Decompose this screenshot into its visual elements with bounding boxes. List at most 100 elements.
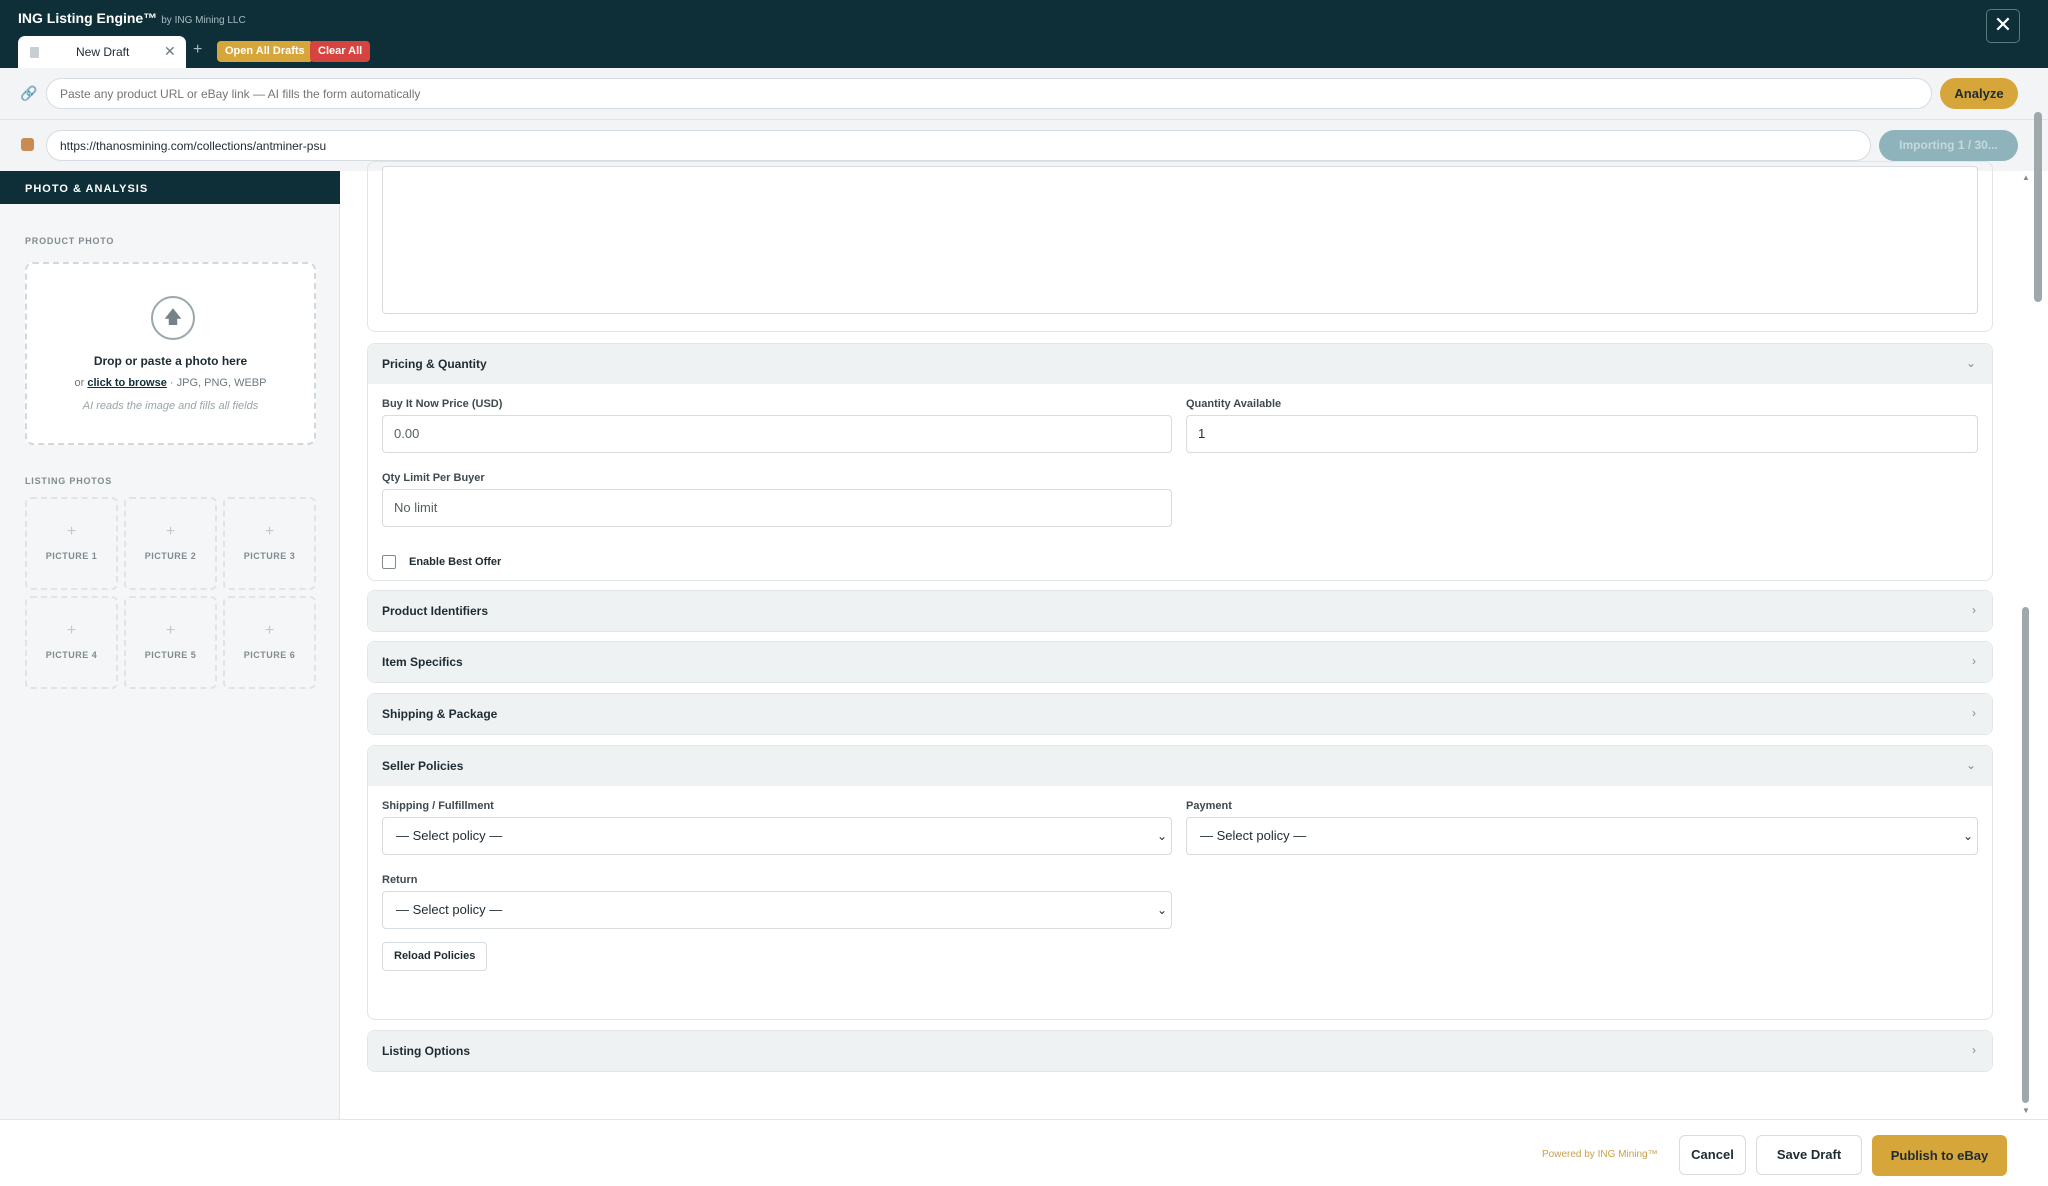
reload-policies-button[interactable]: Reload Policies <box>382 942 488 971</box>
quantity-input[interactable]: 1 <box>1186 415 1978 453</box>
sidebar: PHOTO & ANALYSIS PRODUCT PHOTO 🡅 Drop or… <box>0 171 340 1119</box>
price-label: Buy It Now Price (USD) <box>382 398 503 410</box>
qty-limit-input[interactable]: No limit <box>382 489 1172 527</box>
shipping-policy-label: Shipping / Fulfillment <box>382 800 494 812</box>
qty-limit-label: Qty Limit Per Buyer <box>382 472 485 484</box>
specifics-header[interactable]: Item Specifics › <box>368 642 1992 682</box>
listing-options-title: Listing Options <box>382 1044 470 1058</box>
chevron-right-icon: › <box>1972 654 1976 668</box>
plus-icon: + <box>165 523 176 540</box>
save-draft-button[interactable]: Save Draft <box>1756 1135 1862 1175</box>
upload-icon: 🡅 <box>151 296 195 340</box>
browse-link[interactable]: click to browse <box>87 377 166 389</box>
listing-options-header[interactable]: Listing Options › <box>368 1031 1992 1071</box>
scroll-thumb[interactable] <box>2022 607 2029 1103</box>
app-title: ING Listing Engine™ by ING Mining LLC <box>18 10 246 26</box>
clear-all-button[interactable]: Clear All <box>310 41 371 62</box>
chevron-right-icon: › <box>1972 603 1976 617</box>
specifics-section[interactable]: Item Specifics › <box>367 641 1993 683</box>
chevron-down-icon: ⌄ <box>1965 356 1976 370</box>
plus-icon: + <box>165 622 176 639</box>
payment-policy-value: — Select policy — <box>1200 828 1307 843</box>
shipping-section[interactable]: Shipping & Package › <box>367 693 1993 735</box>
identifiers-header[interactable]: Product Identifiers › <box>368 591 1992 631</box>
pricing-header[interactable]: Pricing & Quantity ⌄ <box>368 344 1992 384</box>
shipping-title: Shipping & Package <box>382 707 498 721</box>
publish-button[interactable]: Publish to eBay <box>1872 1135 2007 1176</box>
dropzone-formats: · JPG, PNG, WEBP <box>169 377 267 389</box>
photo-dropzone[interactable]: 🡅 Drop or paste a photo here or click to… <box>25 262 316 445</box>
pricing-title: Pricing & Quantity <box>382 357 487 371</box>
app-subtitle: by ING Mining LLC <box>161 15 246 26</box>
dropzone-subtitle: or click to browse · JPG, PNG, WEBP <box>27 377 314 389</box>
tab-close-icon[interactable]: ✕ <box>164 43 176 60</box>
sidebar-header: PHOTO & ANALYSIS <box>0 171 340 204</box>
picture-slot[interactable]: + PICTURE 2 <box>124 497 217 590</box>
chevron-down-icon: ⌄ <box>1156 829 1167 843</box>
scroll-down-arrow-icon[interactable]: ▼ <box>2022 1106 2030 1115</box>
listing-form: Pricing & Quantity ⌄ Buy It Now Price (U… <box>341 161 2016 1119</box>
page-scroll-thumb[interactable] <box>2034 112 2042 302</box>
pricing-section: Pricing & Quantity ⌄ Buy It Now Price (U… <box>367 343 1993 581</box>
shipping-header[interactable]: Shipping & Package › <box>368 694 1992 734</box>
importing-button[interactable]: Importing 1 / 30... <box>1879 130 2018 161</box>
return-policy-select[interactable]: — Select policy — ⌄ <box>382 891 1172 929</box>
powered-by-text: Powered by ING Mining™ <box>1542 1149 1658 1160</box>
picture-slot[interactable]: + PICTURE 5 <box>124 596 217 689</box>
dropzone-title: Drop or paste a photo here <box>93 354 248 368</box>
picture-slot[interactable]: + PICTURE 3 <box>223 497 316 590</box>
plus-icon: + <box>264 523 275 540</box>
picture-label: PICTURE 6 <box>243 650 296 660</box>
best-offer-checkbox[interactable] <box>382 555 396 569</box>
identifiers-title: Product Identifiers <box>382 604 489 618</box>
chevron-down-icon: ⌄ <box>1962 829 1973 843</box>
chevron-down-icon: ⌄ <box>1156 903 1167 917</box>
dropzone-note: AI reads the image and fills all fields <box>82 400 259 412</box>
picture-label: PICTURE 4 <box>45 650 98 660</box>
close-icon[interactable]: ✕ <box>1986 9 2020 43</box>
analyze-button[interactable]: Analyze <box>1940 78 2018 109</box>
picture-label: PICTURE 1 <box>45 551 98 561</box>
description-textarea[interactable] <box>382 166 1978 314</box>
plus-icon: + <box>264 622 275 639</box>
url-bar: 🔗 Analyze <box>0 68 2048 120</box>
payment-policy-select[interactable]: — Select policy — ⌄ <box>1186 817 1978 855</box>
price-input[interactable]: 0.00 <box>382 415 1172 453</box>
tab-label: New Draft <box>76 45 130 59</box>
add-tab-button[interactable]: + <box>193 41 202 59</box>
import-url-input[interactable] <box>46 130 1871 161</box>
picture-slot[interactable]: + PICTURE 1 <box>25 497 118 590</box>
return-policy-value: — Select policy — <box>396 902 503 917</box>
policies-header[interactable]: Seller Policies ⌄ <box>368 746 1992 786</box>
best-offer-label: Enable Best Offer <box>409 556 502 568</box>
link-icon: 🔗 <box>20 85 38 101</box>
picture-slot[interactable]: + PICTURE 6 <box>223 596 316 689</box>
picture-slot[interactable]: + PICTURE 4 <box>25 596 118 689</box>
shipping-policy-select[interactable]: — Select policy — ⌄ <box>382 817 1172 855</box>
listing-options-section[interactable]: Listing Options › <box>367 1030 1993 1072</box>
app-title-text: ING Listing Engine™ <box>18 10 158 26</box>
app-header: ING Listing Engine™ by ING Mining LLC ✕ N… <box>0 0 2048 69</box>
chevron-right-icon: › <box>1972 1043 1976 1057</box>
return-policy-label: Return <box>382 874 418 886</box>
plus-icon: + <box>66 622 77 639</box>
policies-title: Seller Policies <box>382 759 464 773</box>
payment-policy-label: Payment <box>1186 800 1232 812</box>
tab-new-draft[interactable]: New Draft ✕ <box>18 36 186 69</box>
product-url-input[interactable] <box>46 78 1932 109</box>
plus-icon: + <box>66 523 77 540</box>
cancel-button[interactable]: Cancel <box>1679 1135 1746 1175</box>
identifiers-section[interactable]: Product Identifiers › <box>367 590 1993 632</box>
open-all-drafts-button[interactable]: Open All Drafts <box>217 41 313 62</box>
policies-section: Seller Policies ⌄ Shipping / Fulfillment… <box>367 745 1993 1020</box>
quantity-label: Quantity Available <box>1186 398 1282 410</box>
picture-label: PICTURE 2 <box>144 551 197 561</box>
chevron-right-icon: › <box>1972 706 1976 720</box>
dropzone-or: or <box>74 377 85 389</box>
specifics-title: Item Specifics <box>382 655 463 669</box>
document-icon <box>30 47 39 58</box>
shipping-policy-value: — Select policy — <box>396 828 503 843</box>
chevron-down-icon: ⌄ <box>1965 758 1976 772</box>
form-scrollbar[interactable]: ▲ ▼ <box>2016 171 2048 1119</box>
scroll-up-arrow-icon[interactable]: ▲ <box>2022 173 2030 182</box>
